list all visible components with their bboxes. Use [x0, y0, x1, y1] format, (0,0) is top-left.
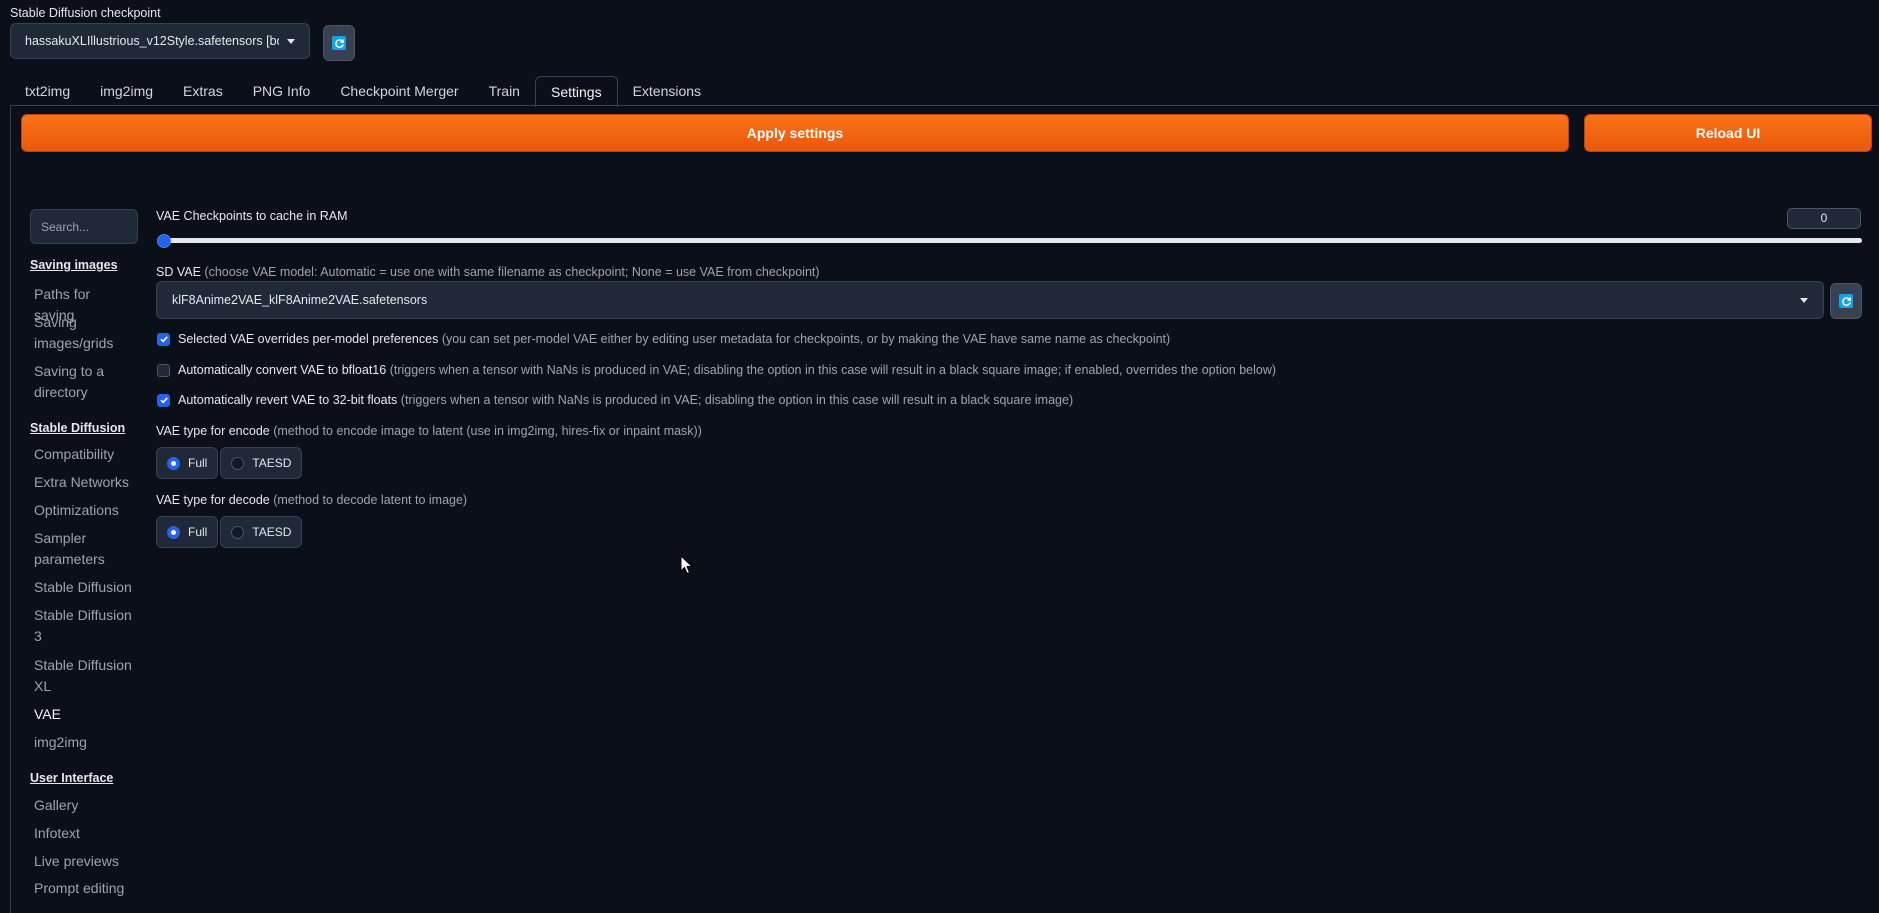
refresh-icon — [1839, 294, 1853, 308]
checkpoint-dropdown[interactable]: hassakuXLIllustrious_v12Style.safetensor… — [10, 23, 310, 59]
vae-decode-label-row: VAE type for decode (method to decode la… — [156, 493, 467, 507]
vae-encode-label: VAE type for encode — [156, 424, 270, 438]
vae-decode-option-taesd-label: TAESD — [252, 525, 292, 539]
chevron-down-icon — [1800, 297, 1808, 303]
sidebar-item-saving-to-directory[interactable]: Saving to a directory — [34, 361, 134, 403]
tab-txt2img[interactable]: txt2img — [10, 76, 85, 106]
sidebar-item-optimizations[interactable]: Optimizations — [34, 500, 134, 521]
auto-revert-hint: (triggers when a tensor with NaNs is pro… — [400, 393, 1074, 407]
vae-encode-hint: (method to encode image to latent (use i… — [273, 424, 702, 438]
tab-extensions[interactable]: Extensions — [618, 76, 716, 106]
main-tabs: txt2img img2img Extras PNG Info Checkpoi… — [10, 76, 716, 107]
sidebar-item-extra-networks[interactable]: Extra Networks — [34, 472, 134, 493]
vae-overrides-hint: (you can set per-model VAE either by edi… — [441, 332, 1171, 346]
sd-vae-selected: klF8Anime2VAE_klF8Anime2VAE.safetensors — [172, 293, 428, 307]
sd-vae-dropdown[interactable]: klF8Anime2VAE_klF8Anime2VAE.safetensors — [156, 281, 1824, 319]
vae-cache-label: VAE Checkpoints to cache in RAM — [156, 209, 348, 223]
radio-selected-icon — [167, 456, 180, 470]
vae-encode-option-full[interactable]: Full — [156, 447, 219, 479]
chevron-down-icon — [287, 38, 295, 44]
sidebar-item-stable-diffusion-3[interactable]: Stable Diffusion 3 — [34, 605, 134, 647]
sidebar-item-prompt-editing[interactable]: Prompt editing — [34, 878, 134, 899]
radio-unselected-icon — [231, 525, 245, 539]
apply-settings-button[interactable]: Apply settings — [21, 114, 1569, 152]
vae-cache-slider-track[interactable] — [158, 238, 1862, 243]
vae-decode-option-taesd[interactable]: TAESD — [220, 516, 303, 548]
checkpoint-label: Stable Diffusion checkpoint — [10, 6, 161, 20]
panel-border — [10, 105, 11, 913]
vae-overrides-label: Selected VAE overrides per-model prefere… — [178, 332, 439, 346]
refresh-icon — [332, 36, 346, 50]
tab-divider — [10, 105, 1879, 106]
sidebar-heading-stable-diffusion[interactable]: Stable Diffusion — [30, 421, 125, 435]
vae-decode-label: VAE type for decode — [156, 493, 270, 507]
refresh-checkpoint-button[interactable] — [323, 25, 355, 61]
checkpoint-selected: hassakuXLIllustrious_v12Style.safetensor… — [25, 34, 279, 48]
tab-train[interactable]: Train — [474, 76, 535, 106]
auto-revert-checkbox[interactable] — [157, 393, 170, 407]
auto-bfloat16-row[interactable]: Automatically convert VAE to bfloat16 (t… — [157, 363, 1276, 377]
radio-selected-icon — [167, 525, 180, 539]
radio-unselected-icon — [231, 456, 245, 470]
checkmark-icon — [159, 397, 168, 404]
sidebar-item-saving-images-grids[interactable]: Saving images/grids — [34, 312, 134, 354]
sd-vae-label-row: SD VAE (choose VAE model: Automatic = us… — [156, 265, 820, 279]
vae-decode-radio-group: Full TAESD — [156, 516, 303, 548]
vae-cache-number-input[interactable]: 0 — [1787, 208, 1861, 229]
reload-ui-button[interactable]: Reload UI — [1584, 114, 1872, 152]
tab-checkpoint-merger[interactable]: Checkpoint Merger — [325, 76, 473, 106]
sidebar-item-gallery[interactable]: Gallery — [34, 795, 134, 816]
vae-decode-option-full-label: Full — [188, 525, 208, 539]
vae-encode-option-taesd-label: TAESD — [252, 456, 292, 470]
sidebar-item-img2img[interactable]: img2img — [34, 732, 134, 753]
vae-overrides-row[interactable]: Selected VAE overrides per-model prefere… — [157, 332, 1170, 346]
vae-decode-option-full[interactable]: Full — [156, 516, 219, 548]
mouse-cursor-icon — [680, 555, 694, 575]
sd-vae-label: SD VAE — [156, 265, 201, 279]
vae-overrides-checkbox[interactable] — [157, 332, 170, 346]
tab-extras[interactable]: Extras — [168, 76, 238, 106]
tab-png-info[interactable]: PNG Info — [238, 76, 326, 106]
auto-revert-label: Automatically revert VAE to 32-bit float… — [178, 393, 398, 407]
checkmark-icon — [159, 336, 168, 343]
auto-revert-row[interactable]: Automatically revert VAE to 32-bit float… — [157, 393, 1073, 407]
sidebar-item-vae[interactable]: VAE — [34, 704, 134, 725]
sd-vae-hint: (choose VAE model: Automatic = use one w… — [204, 265, 820, 279]
vae-encode-radio-group: Full TAESD — [156, 447, 303, 479]
sidebar-heading-saving-images[interactable]: Saving images — [30, 258, 118, 272]
vae-encode-option-full-label: Full — [188, 456, 208, 470]
vae-encode-label-row: VAE type for encode (method to encode im… — [156, 424, 702, 438]
vae-cache-slider-thumb[interactable] — [157, 234, 171, 248]
sidebar-item-live-previews[interactable]: Live previews — [34, 851, 134, 872]
tab-img2img[interactable]: img2img — [85, 76, 168, 106]
sidebar-item-sampler-parameters[interactable]: Sampler parameters — [34, 528, 134, 570]
sidebar-item-compatibility[interactable]: Compatibility — [34, 444, 134, 465]
auto-bfloat16-checkbox[interactable] — [157, 363, 170, 377]
vae-encode-option-taesd[interactable]: TAESD — [220, 447, 303, 479]
sidebar-item-infotext[interactable]: Infotext — [34, 823, 134, 844]
sidebar-item-stable-diffusion[interactable]: Stable Diffusion — [34, 577, 134, 598]
settings-search-input[interactable] — [30, 209, 138, 244]
vae-decode-hint: (method to decode latent to image) — [273, 493, 468, 507]
refresh-vae-button[interactable] — [1830, 283, 1862, 319]
tab-settings[interactable]: Settings — [534, 76, 618, 107]
auto-bfloat16-label: Automatically convert VAE to bfloat16 — [178, 363, 387, 377]
sidebar-item-stable-diffusion-xl[interactable]: Stable Diffusion XL — [34, 655, 134, 697]
sidebar-heading-user-interface[interactable]: User Interface — [30, 771, 113, 785]
auto-bfloat16-hint: (triggers when a tensor with NaNs is pro… — [389, 363, 1277, 377]
